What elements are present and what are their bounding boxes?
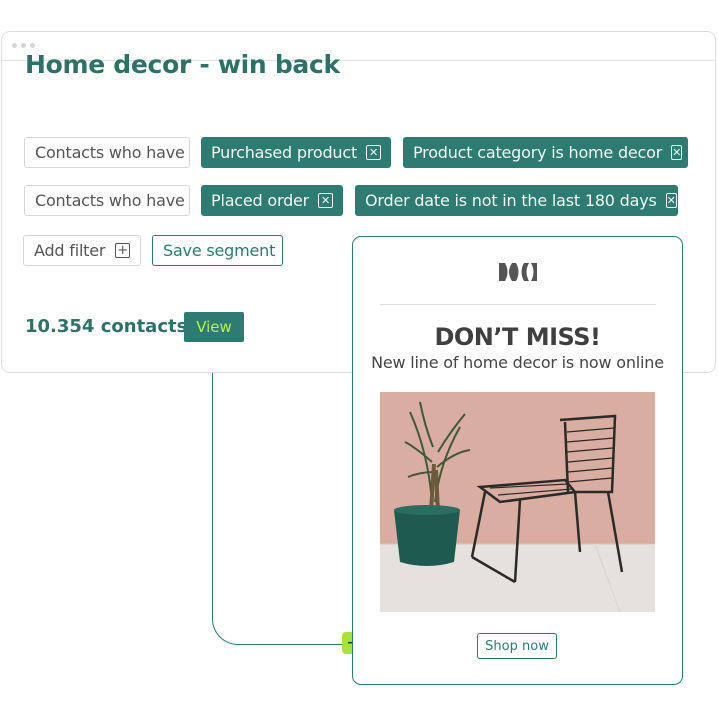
product-image xyxy=(380,392,655,612)
condition-label: Order date is not in the last 180 days xyxy=(365,191,657,210)
email-divider xyxy=(380,304,656,305)
add-filter-button[interactable]: Add filter + xyxy=(23,235,141,266)
email-preview: DON’T MISS! New line of home decor is no… xyxy=(352,236,683,685)
remove-condition-icon[interactable]: ✕ xyxy=(366,145,381,160)
condition-label: Placed order xyxy=(211,191,310,210)
brand-logo xyxy=(499,263,537,281)
save-segment-button[interactable]: Save segment xyxy=(152,235,283,266)
remove-condition-icon[interactable]: ✕ xyxy=(671,145,683,160)
email-headline: DON’T MISS! xyxy=(434,323,601,351)
flow-connector xyxy=(212,373,352,645)
condition-chip-product-category[interactable]: Product category is home decor ✕ xyxy=(403,137,688,168)
view-button[interactable]: View xyxy=(184,312,244,342)
condition-prefix: Contacts who have xyxy=(24,137,190,168)
window-dot xyxy=(30,43,35,48)
window-dot xyxy=(21,43,26,48)
email-subline: New line of home decor is now online xyxy=(371,353,664,372)
plus-icon: + xyxy=(115,243,130,258)
condition-chip-placed-order[interactable]: Placed order ✕ xyxy=(201,185,343,216)
condition-label: Product category is home decor xyxy=(413,143,663,162)
shop-now-button[interactable]: Shop now xyxy=(477,633,557,659)
save-segment-label: Save segment xyxy=(163,241,276,260)
remove-condition-icon[interactable]: ✕ xyxy=(665,193,677,208)
condition-label: Purchased product xyxy=(211,143,358,162)
segment-title: Home decor - win back xyxy=(25,50,340,79)
condition-prefix: Contacts who have xyxy=(24,185,190,216)
contacts-count: 10.354 contacts xyxy=(25,316,188,337)
remove-condition-icon[interactable]: ✕ xyxy=(318,193,333,208)
condition-chip-order-date[interactable]: Order date is not in the last 180 days ✕ xyxy=(355,185,678,216)
window-dot xyxy=(12,43,17,48)
add-filter-label: Add filter xyxy=(34,241,106,260)
condition-chip-purchased-product[interactable]: Purchased product ✕ xyxy=(201,137,391,168)
